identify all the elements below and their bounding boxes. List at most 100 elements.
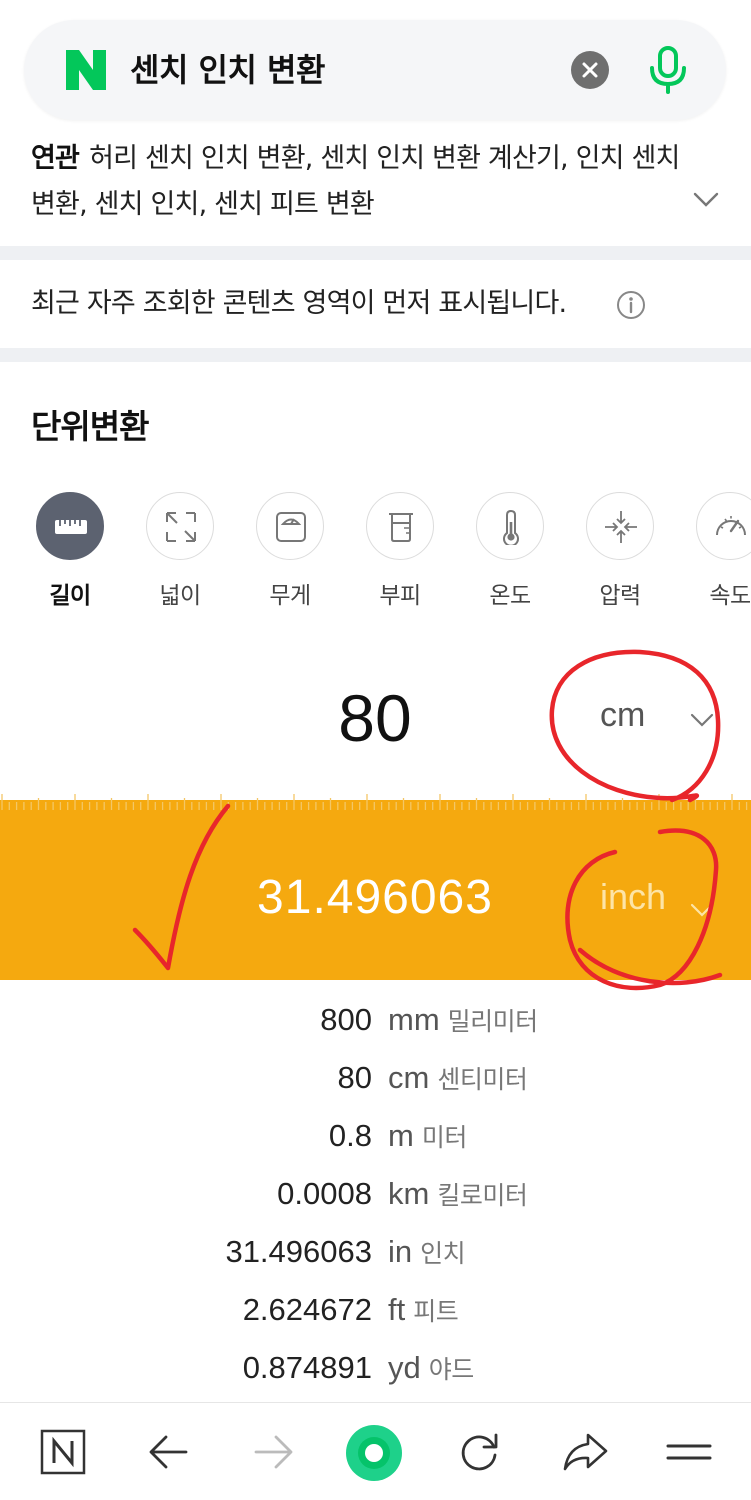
list-item: 2.624672 ft 피트 (0, 1292, 751, 1350)
tab-weight[interactable]: 무게 (244, 492, 334, 612)
ruler-scale[interactable] (0, 782, 751, 810)
tab-volume[interactable]: 부피 (354, 492, 444, 612)
beaker-icon (389, 513, 413, 542)
result-unit: m 미터 (388, 1118, 467, 1154)
category-icon-circle (256, 492, 324, 560)
input-value-field[interactable]: 80 (230, 680, 520, 756)
clear-search-button[interactable] (571, 51, 609, 89)
result-unit-symbol: m (388, 1118, 414, 1153)
related-label: 연관 (31, 143, 80, 174)
green-dot-button[interactable] (344, 1423, 404, 1483)
tab-label: 무게 (269, 583, 311, 609)
output-unit-select[interactable]: inch (580, 876, 730, 932)
category-icon-circle (586, 492, 654, 560)
search-header: 센치 인치 변환 (0, 0, 751, 134)
refresh-icon (461, 1433, 498, 1471)
list-item: 0.8 m 미터 (0, 1118, 751, 1176)
result-unit-name: 센티미터 (437, 1065, 528, 1094)
tab-pressure[interactable]: 압력 (574, 492, 664, 612)
result-unit-symbol: in (388, 1234, 413, 1269)
related-searches-text[interactable]: 연관 허리 센치 인치 변환, 센치 인치 변환 계산기, 인치 센치 변환, 센… (31, 136, 711, 228)
back-button[interactable] (144, 1427, 194, 1477)
info-icon[interactable] (616, 290, 646, 320)
result-unit-symbol: cm (388, 1060, 430, 1095)
result-value: 0.0008 (277, 1176, 372, 1211)
result-value: 0.8 (328, 1118, 372, 1153)
result-value: 80 (337, 1060, 372, 1095)
related-keywords[interactable]: 허리 센치 인치 변환, 센치 인치 변환 계산기, 인치 센치 변환, 센치 … (31, 143, 680, 220)
chevron-down-icon[interactable] (692, 190, 720, 210)
result-unit-name: 인치 (420, 1239, 466, 1268)
result-unit: mm 밀리미터 (388, 1002, 538, 1038)
pressure-icon (605, 511, 637, 543)
category-icon-circle (366, 492, 434, 560)
home-button[interactable] (38, 1427, 88, 1477)
section-divider (0, 348, 751, 362)
result-unit-name: 야드 (428, 1355, 475, 1384)
input-unit-label: cm (600, 696, 646, 734)
result-unit-symbol: mm (388, 1002, 440, 1037)
tab-label: 온도 (489, 583, 531, 609)
list-item: 0.0008 km 킬로미터 (0, 1176, 751, 1234)
search-input[interactable]: 센치 인치 변환 (130, 46, 325, 94)
result-value: 31.496063 (225, 1234, 372, 1269)
arrow-left-icon (149, 1435, 188, 1469)
result-unit-name: 미터 (421, 1123, 468, 1152)
result-band: 31.496063 inch (0, 810, 751, 980)
unit-converter: 단위변환 길이 넓이 무게 부피 온도 압력 속도 80 cm 31.49606… (0, 362, 751, 1402)
list-item: 80 cm 센티미터 (0, 1060, 751, 1118)
tab-area[interactable]: 넓이 (134, 492, 224, 612)
notice-text: 최근 자주 조회한 콘텐츠 영역이 먼저 표시됩니다. (31, 288, 567, 319)
chevron-down-icon (690, 903, 714, 917)
tab-label: 압력 (599, 583, 641, 609)
result-unit-symbol: ft (388, 1292, 406, 1327)
arrow-right-icon (254, 1435, 293, 1469)
bottom-nav-bar (0, 1402, 751, 1500)
result-unit: in 인치 (388, 1234, 466, 1270)
share-button[interactable] (560, 1427, 610, 1477)
tab-temperature[interactable]: 온도 (464, 492, 554, 612)
microphone-icon[interactable] (644, 44, 692, 96)
result-unit-name: 킬로미터 (437, 1181, 528, 1210)
refresh-button[interactable] (454, 1427, 504, 1477)
output-value: 31.496063 (257, 871, 493, 924)
tab-label: 부피 (379, 583, 421, 609)
page: 센치 인치 변환 연관 허리 센치 인치 변환, 센치 인치 변환 계산기, 인치… (0, 0, 751, 1500)
tab-speed[interactable]: 속도 (684, 492, 751, 612)
result-unit: km 킬로미터 (388, 1176, 528, 1212)
naver-logo-icon[interactable] (64, 48, 108, 92)
speedometer-icon (716, 516, 746, 536)
category-tabs: 길이 넓이 무게 부피 온도 압력 속도 (0, 492, 751, 612)
share-arrow-icon (563, 1433, 608, 1471)
result-unit-symbol: km (388, 1176, 430, 1211)
result-unit: cm 센티미터 (388, 1060, 528, 1096)
expand-arrows-icon (166, 512, 196, 542)
category-icon-circle (36, 492, 104, 560)
input-unit-select[interactable]: cm (580, 692, 730, 748)
result-value: 2.624672 (242, 1292, 372, 1327)
related-searches: 연관 허리 센치 인치 변환, 센치 인치 변환 계산기, 인치 센치 변환, 센… (0, 134, 751, 246)
search-bar[interactable]: 센치 인치 변환 (24, 20, 726, 120)
category-icon-circle (146, 492, 214, 560)
ruler-edge (0, 800, 751, 810)
chevron-down-icon (690, 713, 714, 727)
tab-label: 넓이 (159, 583, 201, 609)
section-divider (0, 246, 751, 260)
thermometer-icon (503, 509, 519, 545)
result-unit: ft 피트 (388, 1292, 459, 1328)
result-value: 0.874891 (242, 1350, 372, 1385)
naver-home-icon (40, 1429, 86, 1475)
scale-icon (276, 512, 306, 542)
ruler-icon (55, 520, 87, 534)
list-item: 31.496063 in 인치 (0, 1234, 751, 1292)
menu-button[interactable] (664, 1427, 714, 1477)
green-dot-icon (346, 1425, 402, 1481)
forward-button[interactable] (248, 1427, 298, 1477)
result-value: 800 (320, 1002, 372, 1037)
close-icon (582, 62, 598, 78)
tab-length[interactable]: 길이 (24, 492, 114, 612)
result-unit-symbol: yd (388, 1350, 421, 1385)
converter-title: 단위변환 (31, 407, 149, 446)
tab-label: 길이 (49, 583, 91, 609)
list-item: 0.874891 yd 야드 (0, 1350, 751, 1408)
